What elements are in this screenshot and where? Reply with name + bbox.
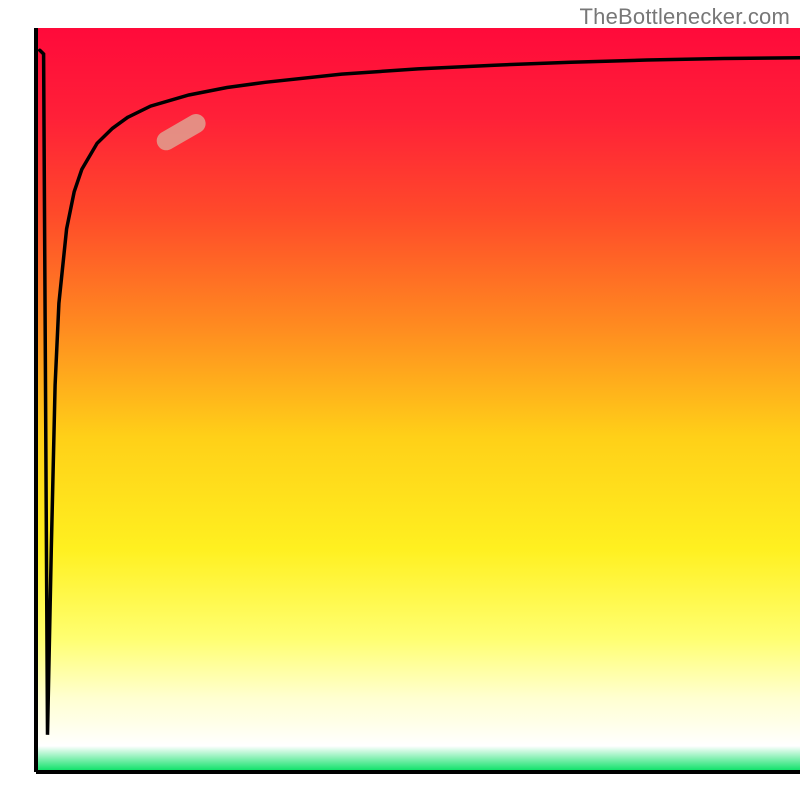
- attribution-label: TheBottlenecker.com: [580, 4, 790, 30]
- chart-background: [36, 28, 800, 772]
- bottleneck-chart: [0, 0, 800, 800]
- chart-container: TheBottlenecker.com: [0, 0, 800, 800]
